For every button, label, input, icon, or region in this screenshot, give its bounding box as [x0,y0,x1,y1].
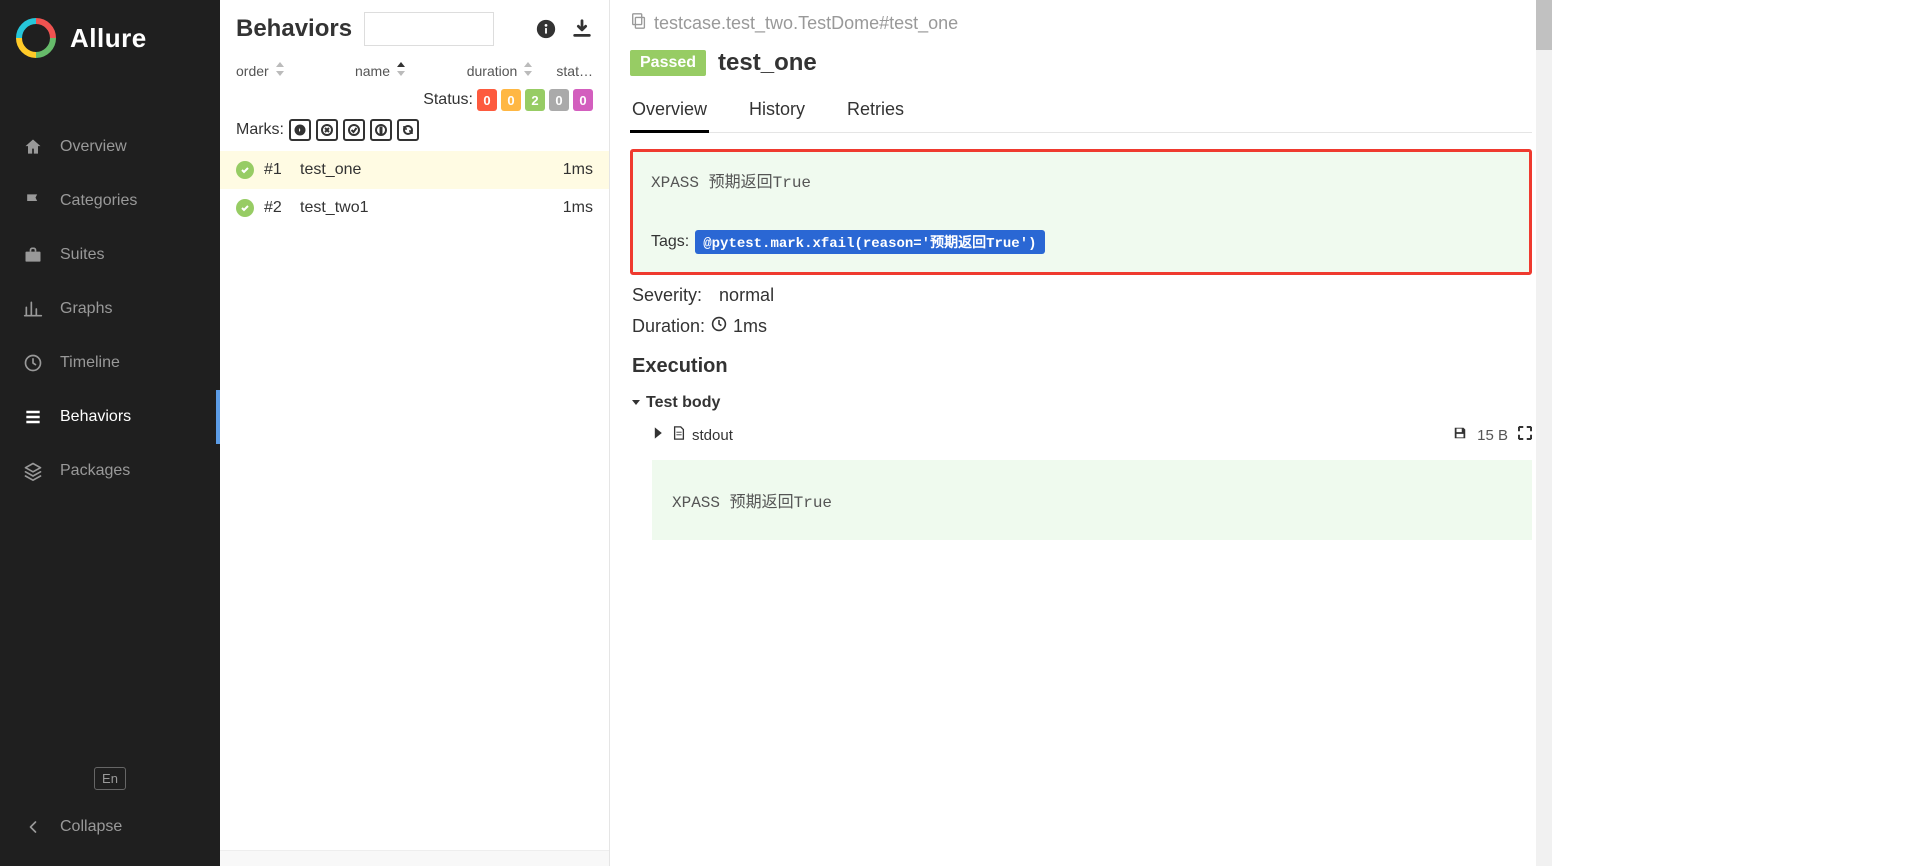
tab-history[interactable]: History [747,91,807,132]
info-icon[interactable] [535,18,557,40]
flag-icon [22,190,44,212]
copy-icon[interactable] [630,12,648,35]
mark-muted[interactable] [316,119,338,141]
nav-label: Timeline [60,354,120,372]
briefcase-icon [22,244,44,266]
sort-icon [523,62,533,79]
layers-icon [22,460,44,482]
status-label: Status: [423,91,473,109]
tab-overview[interactable]: Overview [630,91,709,133]
file-size: 15 B [1477,427,1508,444]
mark-flaky[interactable] [289,119,311,141]
severity: Severity: normal [630,275,1532,306]
test-duration: 1ms [563,161,593,179]
attachment-stdout[interactable]: stdout 15 B [630,420,1532,450]
sidebar-footer: En Collapse [0,759,220,866]
nav-timeline[interactable]: Timeline [0,336,220,390]
test-number: #2 [264,199,290,217]
status-failed[interactable]: 0 [477,89,497,111]
breadcrumb: testcase.test_two.TestDome#test_one [630,12,1532,45]
brand-title: Allure [70,23,147,54]
status-skipped[interactable]: 0 [549,89,569,111]
nav-overview[interactable]: Overview [0,120,220,174]
nav-label: Graphs [60,300,112,318]
search-input[interactable] [364,12,494,46]
language-button[interactable]: En [94,767,126,790]
collapse-button[interactable]: Collapse [0,806,220,848]
home-icon [22,136,44,158]
expand-icon[interactable] [1518,426,1532,444]
mark-new[interactable] [370,119,392,141]
file-icon [672,426,686,444]
col-name[interactable]: name [314,62,447,79]
test-title: test_one [718,49,817,77]
download-icon[interactable] [571,18,593,40]
test-list-panel: Behaviors order name duration stat… Stat… [220,0,610,866]
nav-graphs[interactable]: Graphs [0,282,220,336]
mark-known[interactable] [343,119,365,141]
panel-title: Behaviors [236,15,352,43]
duration: Duration: 1ms [630,306,1532,337]
message-box: XPASS 预期返回True Tags: @pytest.mark.xfail(… [630,149,1532,275]
nav-label: Categories [60,192,137,210]
tags-label: Tags: [651,233,689,251]
tab-retries[interactable]: Retries [845,91,906,132]
sort-icon [275,62,285,79]
nav: Overview Categories Suites Graphs Timeli… [0,80,220,759]
test-name: test_one [300,161,553,179]
execution-heading: Execution [630,337,1532,388]
horizontal-scrollbar[interactable] [220,850,609,866]
test-body-toggle[interactable]: Test body [630,388,1532,420]
status-unknown[interactable]: 0 [573,89,593,111]
collapse-label: Collapse [60,818,122,836]
col-duration[interactable]: duration [455,62,545,79]
sort-icon [396,62,406,79]
nav-label: Overview [60,138,127,156]
nav-behaviors[interactable]: Behaviors [0,390,220,444]
nav-label: Suites [60,246,104,264]
status-broken[interactable]: 0 [501,89,521,111]
test-number: #1 [264,161,290,179]
chevron-right-icon [652,426,666,444]
test-row[interactable]: #2 test_two1 1ms [220,189,609,227]
chart-icon [22,298,44,320]
nav-suites[interactable]: Suites [0,228,220,282]
nav-label: Packages [60,462,130,480]
test-list: #1 test_one 1ms #2 test_two1 1ms [220,151,609,850]
stdout-content: XPASS 预期返回True [652,460,1532,540]
vertical-scrollbar[interactable] [1536,0,1552,866]
chevron-down-icon [626,398,644,408]
tabs: Overview History Retries [630,91,1532,133]
chevron-left-icon [22,816,44,838]
col-order[interactable]: order [236,62,306,79]
clock-icon [22,352,44,374]
allure-logo-icon [16,18,56,58]
clock-icon [711,316,727,337]
brand: Allure [0,0,220,80]
nav-label: Behaviors [60,408,131,426]
col-status[interactable]: stat… [553,62,593,79]
passed-icon [236,199,254,217]
status-badge: Passed [630,50,706,76]
tag: @pytest.mark.xfail(reason='预期返回True') [695,230,1044,254]
passed-icon [236,161,254,179]
mark-retry[interactable] [397,119,419,141]
list-icon [22,406,44,428]
save-icon[interactable] [1453,426,1467,444]
test-name: test_two1 [300,199,553,217]
sidebar: Allure Overview Categories Suites Graphs… [0,0,220,866]
test-duration: 1ms [563,199,593,217]
detail-panel: testcase.test_two.TestDome#test_one Pass… [610,0,1552,866]
marks-label: Marks: [236,121,284,139]
test-row[interactable]: #1 test_one 1ms [220,151,609,189]
nav-packages[interactable]: Packages [0,444,220,498]
nav-categories[interactable]: Categories [0,174,220,228]
status-passed[interactable]: 2 [525,89,545,111]
message-text: XPASS 预期返回True [651,168,1511,192]
